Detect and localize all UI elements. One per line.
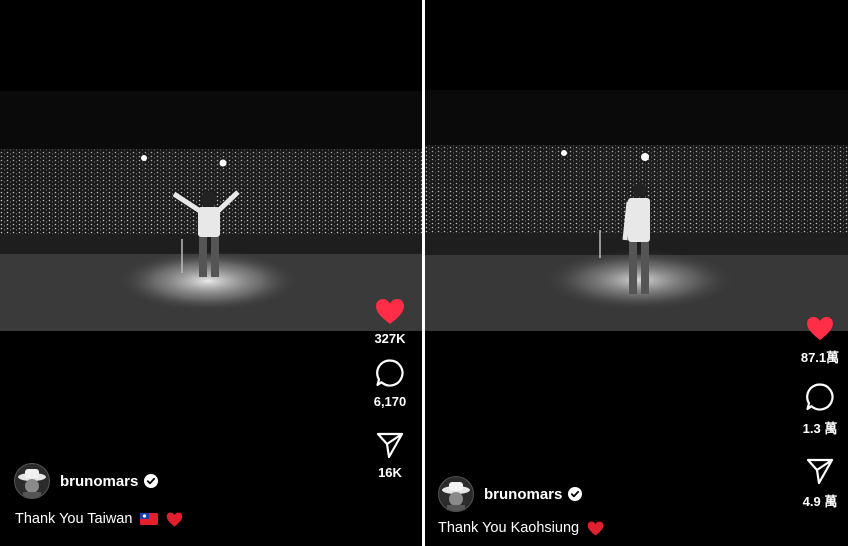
caption: Thank You Taiwan: [15, 511, 183, 527]
reel-panel-left: 327K 6,170 16K bruno​mars: [0, 0, 422, 546]
profile-row: bruno​mars: [438, 476, 583, 512]
cowboy-hat-icon: [442, 482, 470, 511]
comment-count: 6,170: [373, 394, 407, 409]
send-icon: [806, 458, 834, 485]
like-count: 87.1萬: [800, 350, 840, 365]
video-player[interactable]: [425, 90, 848, 331]
heart-icon: [375, 299, 404, 324]
reel-panel-right: 87.1萬 1.3 萬 4.9 萬 bruno​mars: [425, 0, 848, 546]
comment-count: 1.3 萬: [802, 421, 838, 436]
profile-row: bruno​mars: [14, 463, 159, 499]
video-player[interactable]: [0, 91, 422, 331]
share-button[interactable]: 16K: [376, 431, 404, 480]
action-rail: 87.1萬 1.3 萬 4.9 萬: [790, 316, 848, 510]
action-rail: 327K 6,170 16K: [360, 298, 420, 480]
red-heart-icon: [587, 521, 604, 536]
send-icon: [376, 432, 404, 459]
caption: Thank You Kaohsiung: [438, 520, 604, 536]
like-button[interactable]: 327K: [374, 298, 406, 346]
avatar[interactable]: [438, 476, 474, 512]
heart-icon: [807, 316, 833, 341]
share-count: 16K: [378, 465, 402, 480]
username[interactable]: bruno​mars: [60, 473, 138, 490]
red-heart-icon: [166, 512, 183, 527]
taiwan-flag-icon: [140, 513, 159, 525]
caption-text: Thank You Taiwan: [15, 511, 133, 527]
verified-badge-icon: [568, 487, 583, 501]
caption-text: Thank You Kaohsiung: [438, 520, 580, 536]
like-count: 327K: [374, 331, 406, 346]
avatar[interactable]: [14, 463, 50, 499]
comment-icon: [806, 383, 834, 411]
comment-button[interactable]: 6,170: [373, 358, 407, 409]
share-button[interactable]: 4.9 萬: [802, 457, 838, 510]
comment-button[interactable]: 1.3 萬: [802, 382, 838, 437]
username[interactable]: bruno​mars: [484, 486, 562, 503]
verified-badge-icon: [144, 474, 159, 488]
concert-stage-image: [425, 90, 848, 331]
share-count: 4.9 萬: [802, 494, 838, 509]
like-button[interactable]: 87.1萬: [801, 316, 839, 366]
comment-icon: [376, 359, 404, 387]
cowboy-hat-icon: [18, 469, 46, 498]
concert-stage-image: [0, 91, 422, 331]
